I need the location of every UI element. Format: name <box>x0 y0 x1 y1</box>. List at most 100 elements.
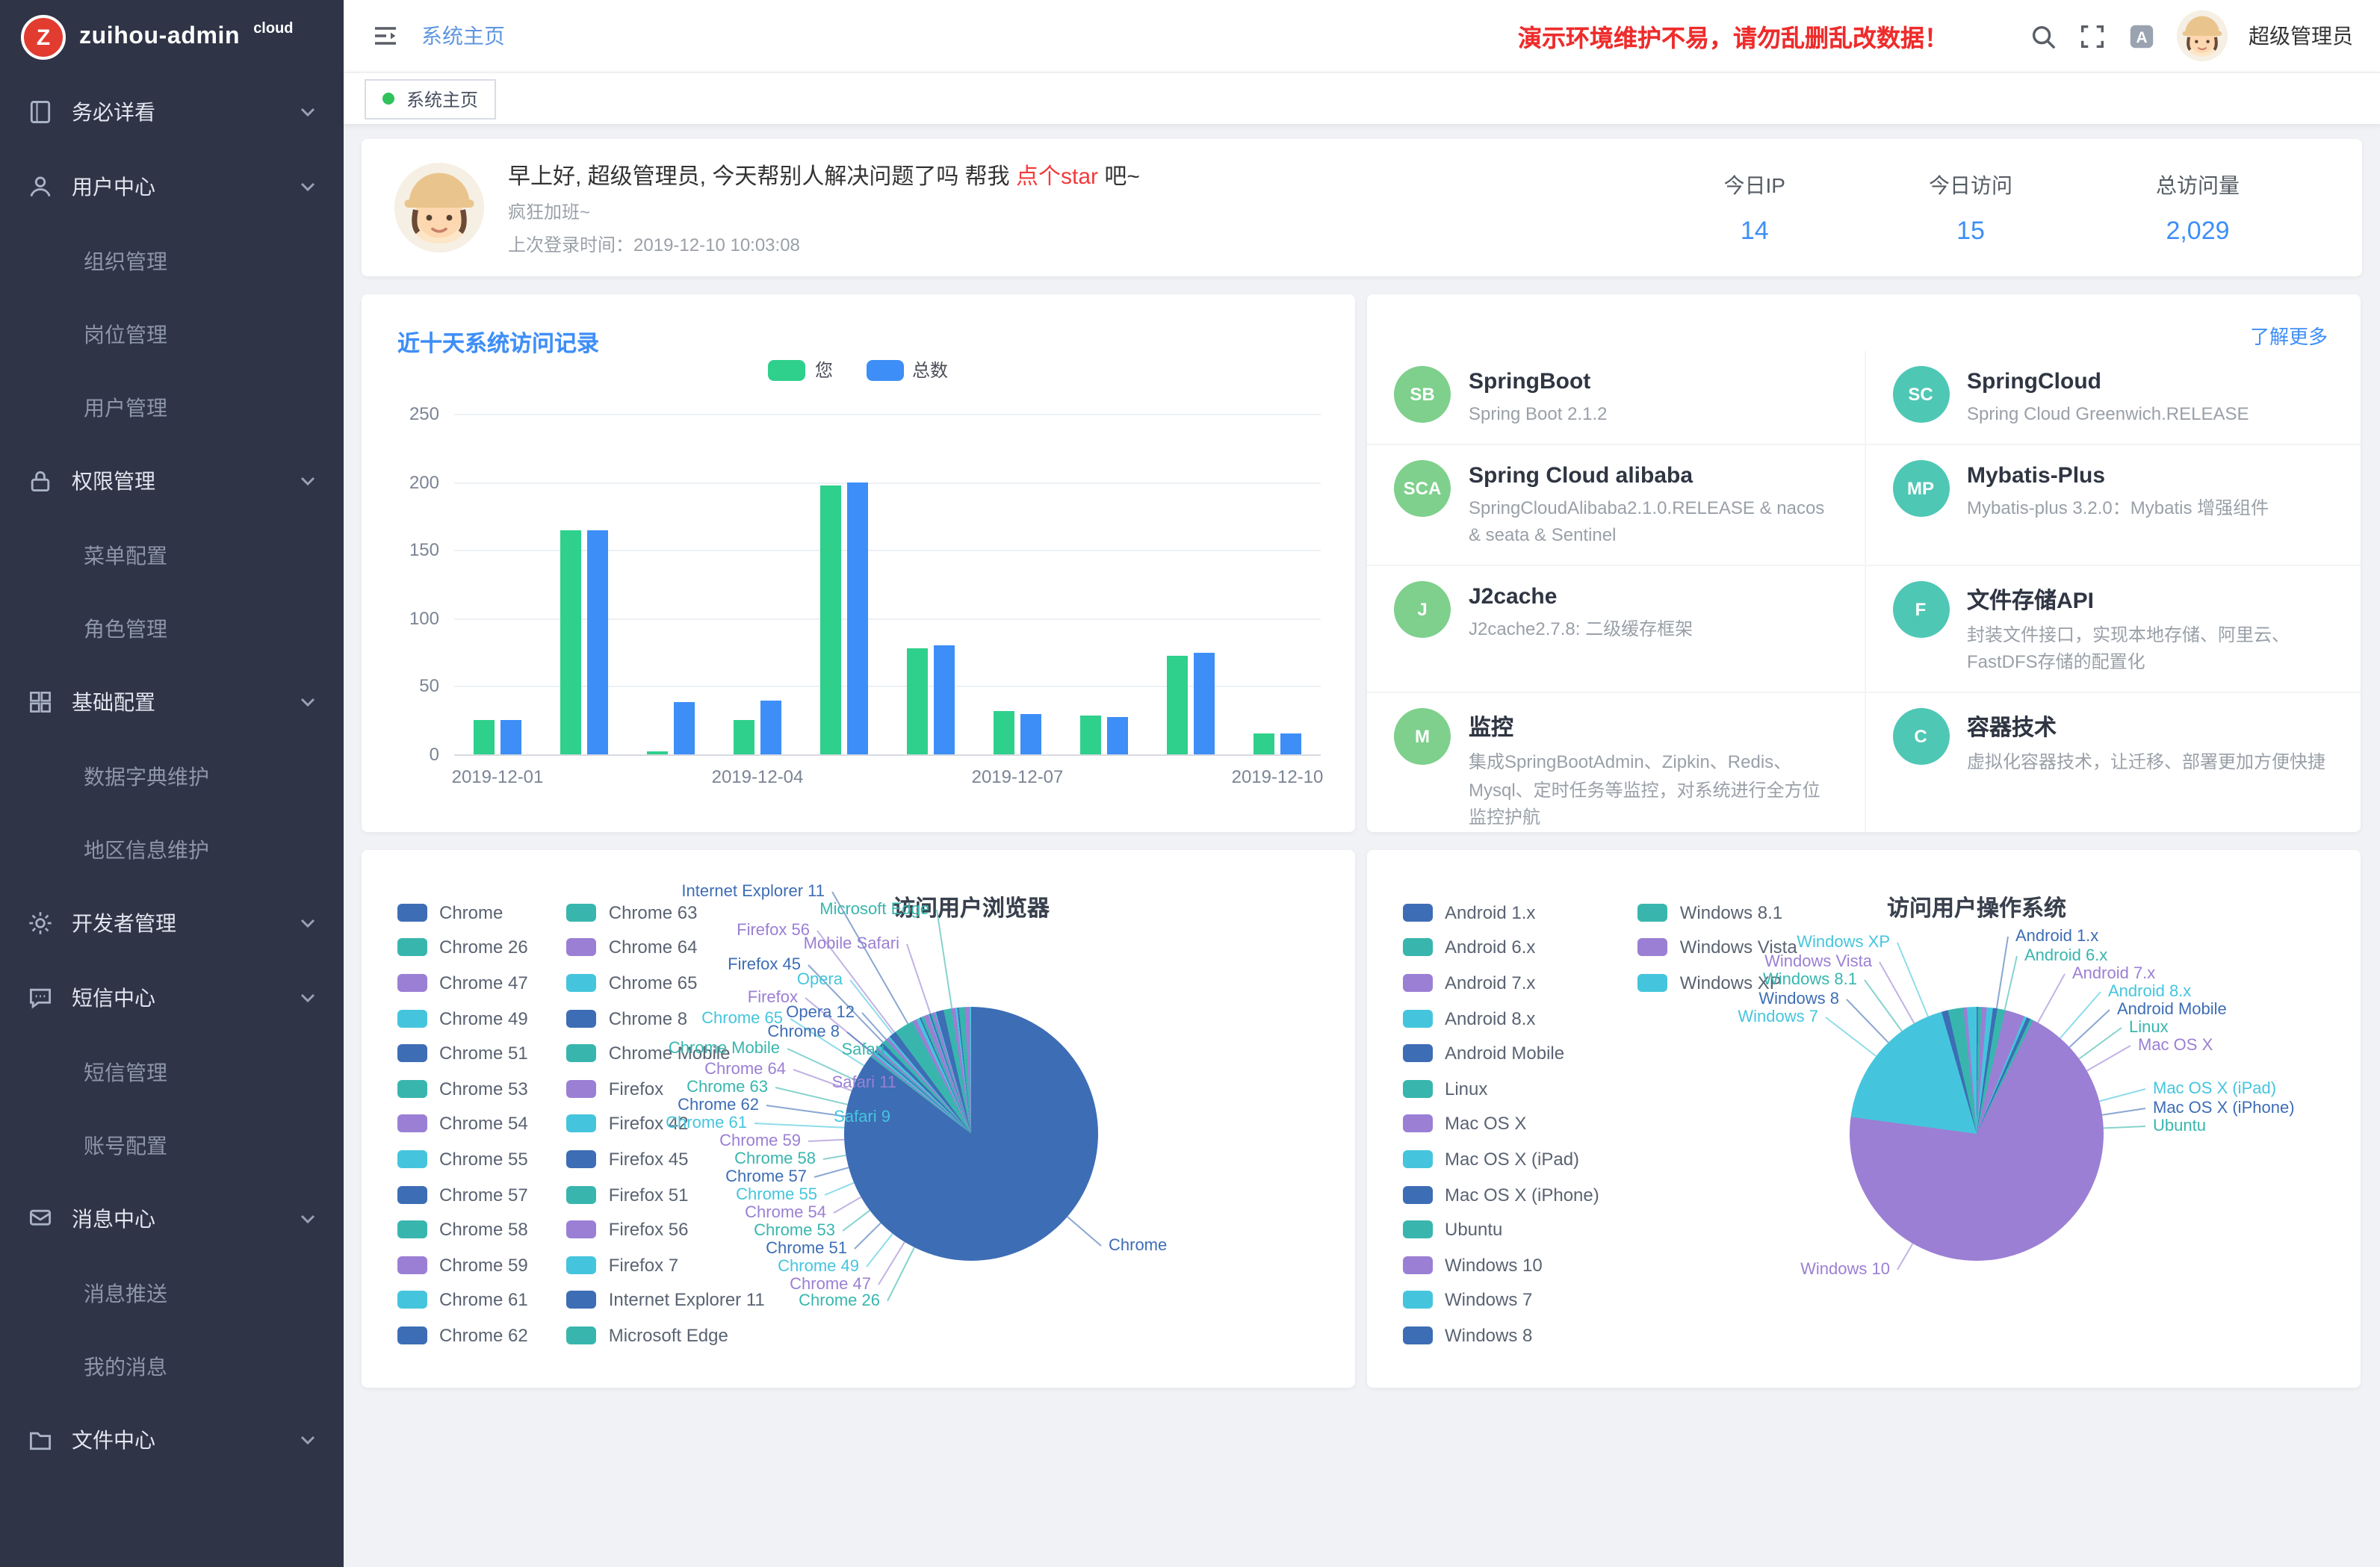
legend-item[interactable]: Windows Vista <box>1638 930 1797 965</box>
legend-item[interactable]: Mac OS X (iPad) <box>1403 1141 1599 1176</box>
breadcrumb[interactable]: 系统主页 <box>421 21 505 51</box>
tab-home[interactable]: 系统主页 <box>365 78 496 119</box>
sidebar-subitem[interactable]: 用户管理 <box>0 370 344 444</box>
legend-item[interactable]: Firefox 56 <box>567 1212 765 1247</box>
feature-desc: J2cache2.7.8: 二级缓存框架 <box>1469 615 1693 643</box>
legend-item[interactable]: Chrome 49 <box>397 1001 528 1036</box>
stat: 今日IP14 <box>1724 170 1785 246</box>
sidebar-subitem[interactable]: 组织管理 <box>0 224 344 297</box>
legend-item[interactable]: Android 1.x <box>1403 895 1599 930</box>
sidebar-item[interactable]: 用户中心 <box>0 149 344 224</box>
search-icon[interactable] <box>2029 22 2057 50</box>
legend-item[interactable]: Ubuntu <box>1403 1212 1599 1247</box>
legend-item[interactable]: Chrome 26 <box>397 930 528 965</box>
sidebar-item[interactable]: 文件中心 <box>0 1403 344 1477</box>
legend-item[interactable]: Chrome 53 <box>397 1071 528 1106</box>
legend-item[interactable]: Windows 8.1 <box>1638 895 1797 930</box>
legend-item[interactable]: Windows 10 <box>1403 1247 1599 1282</box>
bar-group <box>1061 716 1147 754</box>
pie-callout-label: Linux <box>2129 1019 2169 1037</box>
pie-callout-label: Chrome 26 <box>799 1292 880 1310</box>
sidebar-item[interactable]: 短信中心 <box>0 961 344 1035</box>
font-size-icon[interactable]: A <box>2128 22 2156 50</box>
legend-label: Chrome 64 <box>609 937 698 958</box>
legend-item[interactable]: Firefox 42 <box>567 1106 765 1141</box>
legend-item[interactable]: Chrome 57 <box>397 1177 528 1212</box>
sidebar-item[interactable]: 开发者管理 <box>0 886 344 961</box>
legend-swatch <box>567 1256 597 1273</box>
bar <box>1253 734 1274 754</box>
legend-item[interactable]: Android 7.x <box>1403 965 1599 1000</box>
sidebar-subitem[interactable]: 消息推送 <box>0 1256 344 1329</box>
sidebar-subitem[interactable]: 数据字典维护 <box>0 739 344 813</box>
legend-item[interactable]: Chrome 8 <box>567 1001 765 1036</box>
bar-group <box>627 703 714 754</box>
sidebar-menu: 务必详看用户中心组织管理岗位管理用户管理权限管理菜单配置角色管理基础配置数据字典… <box>0 75 344 1477</box>
fullscreen-icon[interactable] <box>2078 22 2107 50</box>
sidebar-item[interactable]: 务必详看 <box>0 75 344 149</box>
legend-swatch <box>567 1291 597 1309</box>
legend-label: Linux <box>1445 1079 1487 1099</box>
legend-item[interactable]: Firefox 45 <box>567 1141 765 1176</box>
bar-legend: 您 总数 <box>362 357 1355 382</box>
sidebar-subitem[interactable]: 地区信息维护 <box>0 813 344 886</box>
sidebar-subitem[interactable]: 菜单配置 <box>0 518 344 592</box>
star-link[interactable]: 点个star <box>1016 164 1098 189</box>
sidebar-item[interactable]: 消息中心 <box>0 1182 344 1256</box>
legend-item[interactable]: Chrome 51 <box>397 1036 528 1071</box>
user-avatar[interactable] <box>2177 10 2228 61</box>
legend-item[interactable]: Microsoft Edge <box>567 1318 765 1353</box>
sidebar-subitem[interactable]: 账号配置 <box>0 1108 344 1182</box>
bar <box>474 720 495 754</box>
legend-item[interactable]: Chrome 59 <box>397 1247 528 1282</box>
legend-item[interactable]: Windows 8 <box>1403 1318 1599 1353</box>
legend-item[interactable]: Firefox 7 <box>567 1247 765 1282</box>
legend-label: Firefox 51 <box>609 1184 689 1205</box>
legend-item[interactable]: Android Mobile <box>1403 1036 1599 1071</box>
legend-label: Chrome 51 <box>439 1043 528 1064</box>
stat-label: 今日IP <box>1724 170 1785 199</box>
bar-legend-item[interactable]: 总数 <box>866 357 948 382</box>
sidebar-item[interactable]: 基础配置 <box>0 665 344 739</box>
legend-label: Ubuntu <box>1445 1219 1502 1240</box>
x-axis-label: 2019-12-10 <box>1232 766 1324 787</box>
legend-item[interactable]: Chrome 47 <box>397 965 528 1000</box>
sidebar-subitem[interactable]: 角色管理 <box>0 592 344 665</box>
legend-item[interactable]: Chrome 65 <box>567 965 765 1000</box>
sidebar-subitem[interactable]: 岗位管理 <box>0 297 344 370</box>
legend-item[interactable]: Chrome 55 <box>397 1141 528 1176</box>
y-axis-label: 250 <box>379 403 439 424</box>
collapse-menu-icon[interactable] <box>371 21 400 51</box>
legend-item[interactable]: Android 8.x <box>1403 1001 1599 1036</box>
legend-item[interactable]: Chrome 62 <box>397 1318 528 1353</box>
sidebar-item[interactable]: 权限管理 <box>0 444 344 518</box>
legend-item[interactable]: Firefox <box>567 1071 765 1106</box>
legend-item[interactable]: Firefox 51 <box>567 1177 765 1212</box>
grid-icon <box>27 689 54 716</box>
legend-label: Chrome 55 <box>439 1149 528 1170</box>
legend-item[interactable]: Mac OS X (iPhone) <box>1403 1177 1599 1212</box>
more-link[interactable]: 了解更多 <box>2250 321 2328 350</box>
legend-item[interactable]: Windows 7 <box>1403 1282 1599 1318</box>
os-pie-legend: Android 1.xAndroid 6.xAndroid 7.xAndroid… <box>1403 895 1797 1353</box>
legend-item[interactable]: Chrome 64 <box>567 930 765 965</box>
legend-item[interactable]: Chrome 61 <box>397 1282 528 1318</box>
legend-item[interactable]: Mac OS X <box>1403 1106 1599 1141</box>
sidebar-subitem[interactable]: 短信管理 <box>0 1035 344 1108</box>
legend-item[interactable]: Chrome <box>397 895 528 930</box>
logo[interactable]: Z zuihou-admin cloud <box>0 0 344 75</box>
user-name[interactable]: 超级管理员 <box>2249 21 2353 51</box>
legend-item[interactable]: Windows XP <box>1638 965 1797 1000</box>
legend-item[interactable]: Chrome Mobile <box>567 1036 765 1071</box>
bar-legend-item[interactable]: 您 <box>769 357 833 382</box>
chevron-down-icon <box>299 989 317 1007</box>
legend-item[interactable]: Android 6.x <box>1403 930 1599 965</box>
legend-item[interactable]: Chrome 54 <box>397 1106 528 1141</box>
legend-item[interactable]: Linux <box>1403 1071 1599 1106</box>
legend-item[interactable]: Chrome 63 <box>567 895 765 930</box>
legend-item[interactable]: Internet Explorer 11 <box>567 1282 765 1318</box>
sidebar-item-label: 消息中心 <box>72 1204 155 1234</box>
feature-text: 文件存储API封装文件接口，实现本地存储、阿里云、FastDFS存储的配置化 <box>1967 581 2334 677</box>
sidebar-subitem[interactable]: 我的消息 <box>0 1329 344 1403</box>
legend-item[interactable]: Chrome 58 <box>397 1212 528 1247</box>
